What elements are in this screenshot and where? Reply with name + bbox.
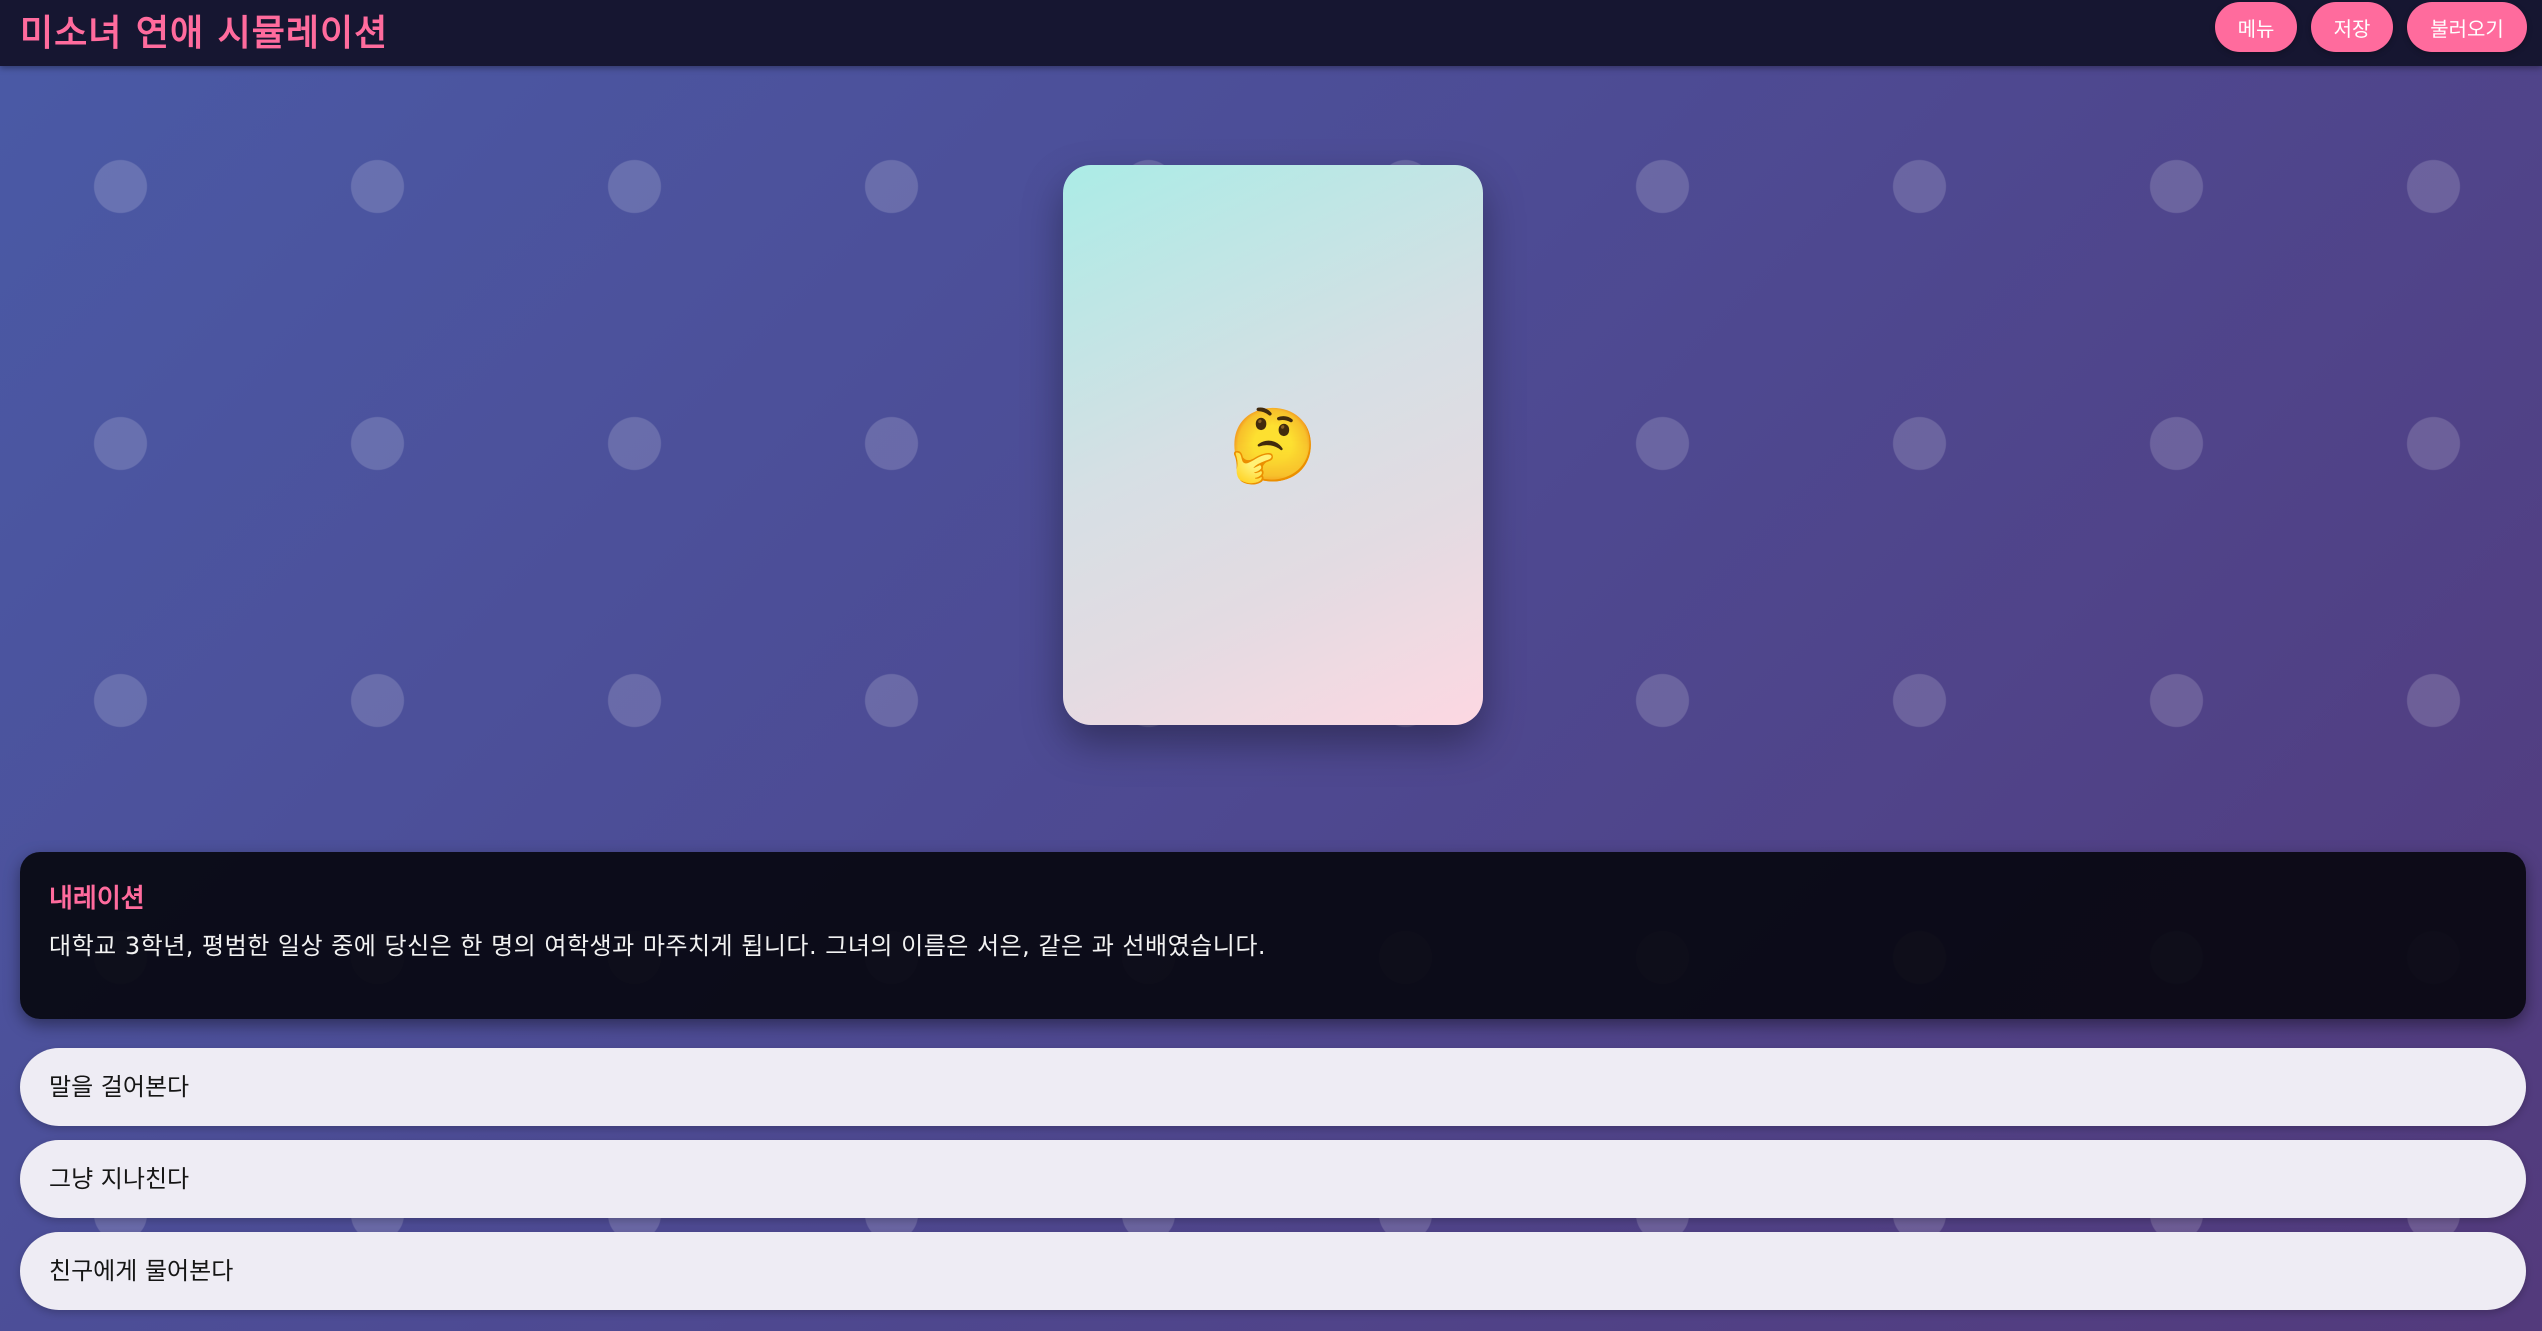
dialogue-box: 내레이션 대학교 3학년, 평범한 일상 중에 당신은 한 명의 여학생과 마주… [20,852,2526,1019]
top-bar: 미소녀 연애 시뮬레이션 메뉴 저장 불러오기 [0,0,2542,66]
save-button[interactable]: 저장 [2311,2,2393,52]
choice-button-ask-friend[interactable]: 친구에게 물어본다 [20,1232,2526,1310]
thinking-face-icon: 🤔 [1228,403,1318,487]
choice-button-talk[interactable]: 말을 걸어본다 [20,1048,2526,1126]
load-button[interactable]: 불러오기 [2407,2,2527,52]
speaker-name: 내레이션 [49,884,145,914]
menu-button[interactable]: 메뉴 [2215,2,2297,52]
dialogue-text: 대학교 3학년, 평범한 일상 중에 당신은 한 명의 여학생과 마주치게 됩니… [49,932,1267,960]
game-title: 미소녀 연애 시뮬레이션 [20,13,389,54]
choice-label: 그냥 지나친다 [49,1165,190,1193]
character-portrait-card: 🤔 [1063,165,1483,725]
choice-label: 친구에게 물어본다 [49,1257,234,1285]
choice-button-pass-by[interactable]: 그냥 지나친다 [20,1140,2526,1218]
choice-label: 말을 걸어본다 [49,1073,190,1101]
